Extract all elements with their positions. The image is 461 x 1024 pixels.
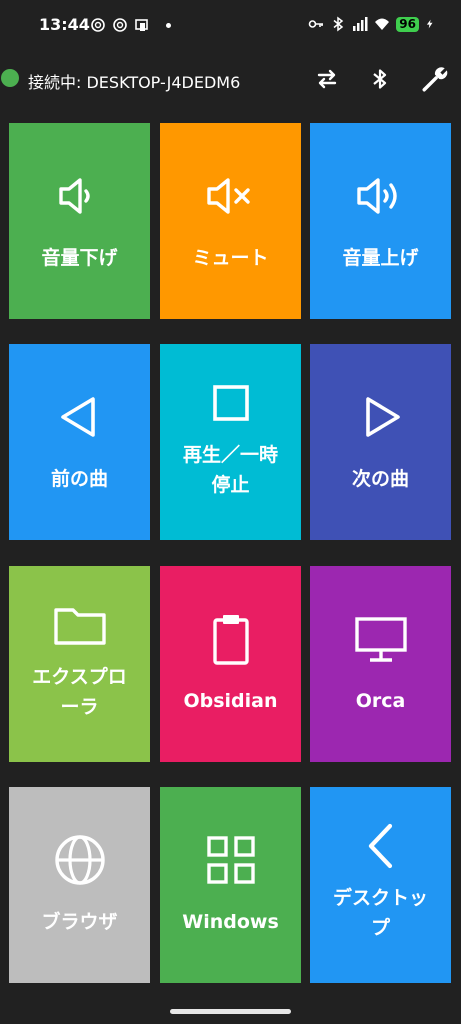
tile-label: 音量下げ bbox=[41, 247, 118, 269]
status-bar: 13:44 96 bbox=[0, 0, 461, 52]
tile-label: 音量上げ bbox=[342, 247, 419, 269]
signal-icon bbox=[353, 17, 368, 31]
home-indicator[interactable] bbox=[170, 1009, 291, 1014]
switch-device-button[interactable] bbox=[313, 65, 341, 93]
battery-level: 96 bbox=[396, 16, 419, 32]
swap-arrows-icon bbox=[317, 69, 337, 89]
tile-label: ブラウザ bbox=[41, 911, 118, 933]
volume-down-icon bbox=[58, 178, 90, 214]
volume-up-icon bbox=[356, 178, 397, 214]
folder-icon bbox=[53, 608, 106, 645]
toolbar: 接続中: DESKTOP-J4DEDM6 bbox=[0, 56, 461, 102]
charging-icon bbox=[426, 19, 433, 29]
wrench-icon bbox=[422, 67, 448, 92]
volume-mute-icon bbox=[206, 178, 250, 214]
status-app-icons bbox=[90, 17, 171, 33]
tile-next-track[interactable]: 次の曲 bbox=[310, 344, 451, 540]
tile-previous-track[interactable]: 前の曲 bbox=[9, 344, 150, 540]
tile-orca[interactable]: Orca bbox=[310, 566, 451, 762]
notification-dot bbox=[166, 22, 171, 28]
tile-obsidian[interactable]: Obsidian bbox=[160, 566, 301, 762]
openai-icon-2 bbox=[113, 18, 127, 32]
connection-status-text: 接続中: DESKTOP-J4DEDM6 bbox=[28, 73, 241, 92]
key-icon bbox=[308, 20, 324, 28]
tile-play-pause[interactable]: 再生／一時停止 bbox=[160, 344, 301, 540]
bluetooth-status-icon bbox=[333, 16, 344, 32]
monitor-icon bbox=[354, 617, 407, 662]
wifi-icon bbox=[375, 18, 390, 30]
tile-volume-up[interactable]: 音量上げ bbox=[310, 123, 451, 319]
next-icon bbox=[365, 397, 400, 437]
clipboard-icon bbox=[212, 615, 249, 665]
tile-label: Obsidian bbox=[183, 690, 278, 712]
tile-explorer[interactable]: エクスプローラ bbox=[9, 566, 150, 762]
tile-label: 再生／一時停止 bbox=[182, 444, 278, 496]
tile-label: Orca bbox=[355, 690, 406, 712]
tile-label: ミュート bbox=[192, 247, 269, 269]
chevron-left-icon bbox=[368, 823, 392, 869]
tile-windows[interactable]: Windows bbox=[160, 787, 301, 983]
previous-icon bbox=[60, 397, 95, 437]
bluetooth-icon bbox=[373, 69, 387, 89]
cast-icon bbox=[135, 19, 148, 31]
play-pause-icon bbox=[212, 385, 249, 421]
tile-label: デスクトップ bbox=[332, 887, 428, 939]
openai-icon bbox=[91, 18, 105, 32]
status-time: 13:44 bbox=[39, 15, 90, 34]
status-right-icons: 96 bbox=[308, 16, 435, 32]
connection-status-indicator bbox=[1, 69, 19, 87]
settings-button[interactable] bbox=[418, 65, 452, 93]
tile-label: Windows bbox=[182, 911, 279, 933]
tile-label: 次の曲 bbox=[351, 468, 409, 490]
windows-grid-icon bbox=[206, 836, 255, 884]
tile-browser[interactable]: ブラウザ bbox=[9, 787, 150, 983]
bluetooth-button[interactable] bbox=[366, 65, 394, 93]
globe-icon bbox=[54, 835, 105, 885]
tile-label: エクスプローラ bbox=[32, 666, 127, 718]
tile-label: 前の曲 bbox=[50, 468, 108, 490]
tile-mute[interactable]: ミュート bbox=[160, 123, 301, 319]
tile-volume-down[interactable]: 音量下げ bbox=[9, 123, 150, 319]
tile-desktop[interactable]: デスクトップ bbox=[310, 787, 451, 983]
